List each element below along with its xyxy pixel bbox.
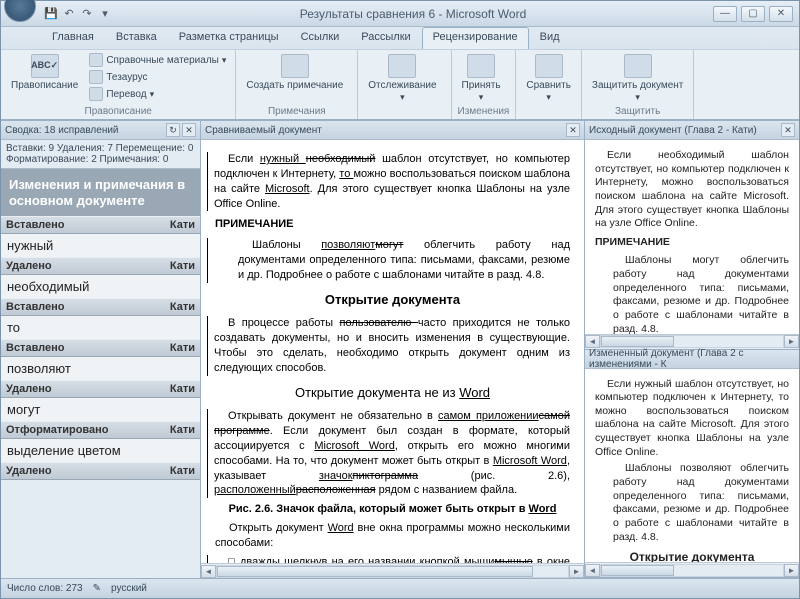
track-changes-button[interactable]: Отслеживание▾ <box>364 52 440 105</box>
compare-button[interactable]: Сравнить▾ <box>522 52 575 105</box>
status-bar: Число слов: 273 ✎ русский <box>1 578 799 598</box>
tab-layout[interactable]: Разметка страницы <box>168 27 290 49</box>
change-item[interactable]: ВставленоКатинужный <box>1 216 200 257</box>
accept-icon <box>467 54 495 78</box>
book-icon <box>89 53 103 67</box>
new-comment-button[interactable]: Создать примечание <box>242 52 347 93</box>
spelling-button[interactable]: ABC✓Правописание <box>7 52 82 93</box>
compared-document-pane: Сравниваемый документ✕ Если нужный необх… <box>201 121 585 578</box>
research-button[interactable]: Справочные материалы▾ <box>86 52 229 68</box>
change-item[interactable]: ОтформатированоКативыделение цветом <box>1 421 200 462</box>
accept-button[interactable]: Принять▾ <box>458 52 505 105</box>
lock-icon <box>624 54 652 78</box>
group-comments: Создать примечание Примечания <box>236 50 358 119</box>
thesaurus-icon <box>89 70 103 84</box>
protect-button[interactable]: Защитить документ▾ <box>588 52 687 105</box>
app-window: 💾 ↶ ↷ ▾ Результаты сравнения 6 - Microso… <box>0 0 800 599</box>
office-button[interactable] <box>4 0 36 22</box>
compared-document[interactable]: Если нужный необходимый шаблон отсутству… <box>201 140 584 563</box>
change-item[interactable]: ВставленоКатипозволяют <box>1 339 200 380</box>
summary-stats: Вставки: 9 Удаления: 7 Перемещение: 0 Фо… <box>1 140 200 169</box>
close-button[interactable]: ✕ <box>769 6 793 22</box>
group-compare: Сравнить▾ <box>516 50 582 119</box>
group-tracking: Отслеживание▾ <box>358 50 451 119</box>
compare-icon <box>535 54 563 78</box>
review-pane: Сводка: 18 исправлений ↻ ✕ Вставки: 9 Уд… <box>1 121 201 578</box>
tab-review[interactable]: Рецензирование <box>422 27 529 49</box>
source-panes: Исходный документ (Глава 2 - Кати)✕ Если… <box>585 121 799 578</box>
group-protect: Защитить документ▾ Защитить <box>582 50 694 119</box>
change-item[interactable]: ВставленоКатито <box>1 298 200 339</box>
translate-icon <box>89 87 103 101</box>
scroll-left-icon: ◄ <box>201 565 216 578</box>
word-count[interactable]: Число слов: 273 <box>7 583 83 594</box>
close-pane-icon[interactable]: ✕ <box>566 123 580 137</box>
translate-button[interactable]: Перевод▾ <box>86 86 229 102</box>
scroll-right-icon: ► <box>569 565 584 578</box>
qat-menu-icon[interactable]: ▾ <box>97 6 113 22</box>
scrollbar-horizontal[interactable]: ◄► <box>585 562 799 577</box>
thesaurus-button[interactable]: Тезаурус <box>86 69 229 85</box>
maximize-button[interactable]: ▢ <box>741 6 765 22</box>
ribbon-tabs: Главная Вставка Разметка страницы Ссылки… <box>1 27 799 49</box>
quick-access-toolbar: 💾 ↶ ↷ ▾ <box>7 6 113 22</box>
group-proofing: ABC✓Правописание Справочные материалы▾ Т… <box>1 50 236 119</box>
revised-document[interactable]: Если нужный шаблон отсутствует, но компь… <box>585 369 799 563</box>
work-area: Сводка: 18 исправлений ↻ ✕ Вставки: 9 Уд… <box>1 120 799 578</box>
comment-icon <box>281 54 309 78</box>
refresh-icon[interactable]: ↻ <box>166 123 180 137</box>
language[interactable]: русский <box>111 583 147 594</box>
tab-references[interactable]: Ссылки <box>290 27 351 49</box>
compared-header: Сравниваемый документ✕ <box>201 121 584 140</box>
close-pane-icon[interactable]: ✕ <box>781 123 795 137</box>
window-title: Результаты сравнения 6 - Microsoft Word <box>113 7 713 21</box>
tab-view[interactable]: Вид <box>529 27 571 49</box>
tab-insert[interactable]: Вставка <box>105 27 168 49</box>
abc-icon: ABC✓ <box>31 54 59 78</box>
tracking-icon <box>388 54 416 78</box>
minimize-button[interactable]: — <box>713 6 737 22</box>
source-document[interactable]: Если необходимый шаблон отсутствует, но … <box>585 140 799 334</box>
source-document-pane: Исходный документ (Глава 2 - Кати)✕ Если… <box>585 121 799 350</box>
tab-mailings[interactable]: Рассылки <box>350 27 421 49</box>
tab-home[interactable]: Главная <box>41 27 105 49</box>
spell-check-icon[interactable]: ✎ <box>93 583 101 594</box>
change-item[interactable]: УдаленоКатимогут <box>1 380 200 421</box>
redo-icon[interactable]: ↷ <box>79 6 95 22</box>
undo-icon[interactable]: ↶ <box>61 6 77 22</box>
scrollbar-horizontal[interactable]: ◄► <box>201 563 584 578</box>
close-pane-icon[interactable]: ✕ <box>182 123 196 137</box>
changes-heading: Изменения и примечания в основном докуме… <box>1 169 200 216</box>
group-changes: Принять▾ Изменения <box>452 50 517 119</box>
ribbon: Главная Вставка Разметка страницы Ссылки… <box>1 27 799 120</box>
title-bar: 💾 ↶ ↷ ▾ Результаты сравнения 6 - Microso… <box>1 1 799 27</box>
summary-header: Сводка: 18 исправлений ↻ ✕ <box>1 121 200 140</box>
save-icon[interactable]: 💾 <box>43 6 59 22</box>
change-item[interactable]: УдаленоКати <box>1 462 200 480</box>
scrollbar-horizontal[interactable]: ◄► <box>585 334 799 349</box>
change-item[interactable]: УдаленоКатинеобходимый <box>1 257 200 298</box>
revised-document-pane: Измененный документ (Глава 2 с изменения… <box>585 350 799 579</box>
changes-list[interactable]: ВставленоКатинужный УдаленоКатинеобходим… <box>1 216 200 578</box>
